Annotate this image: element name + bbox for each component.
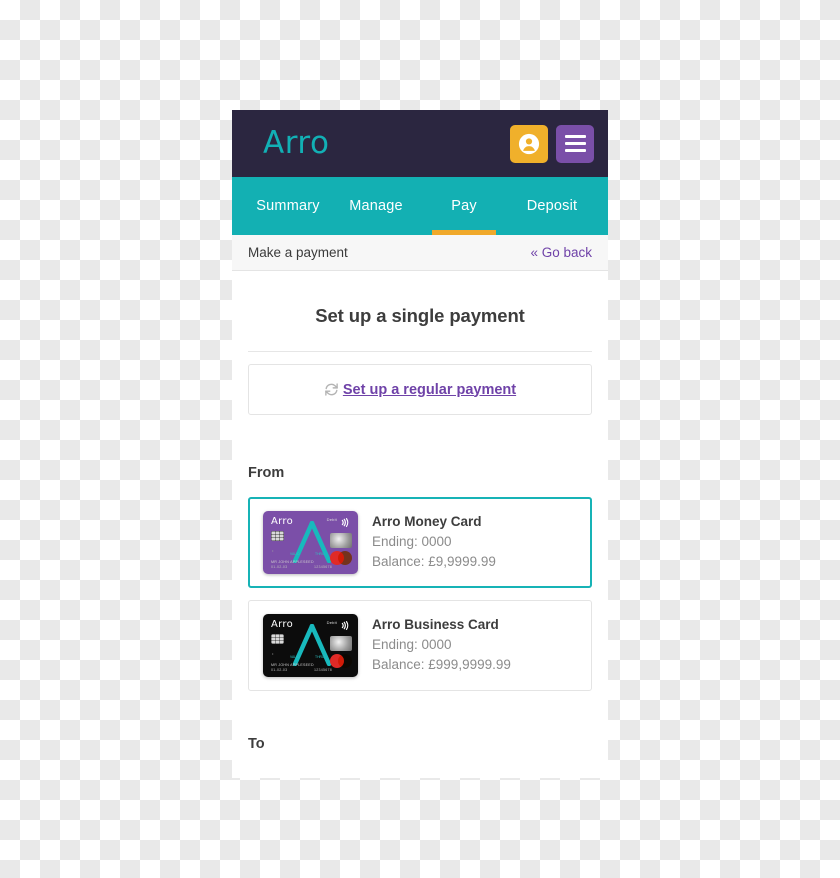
tab-deposit[interactable]: Deposit xyxy=(508,177,596,235)
card-hologram xyxy=(330,636,352,651)
account-name: Arro Money Card xyxy=(372,514,482,530)
contactless-icon xyxy=(341,618,352,636)
card-chip-icon xyxy=(271,634,284,644)
user-avatar-icon xyxy=(518,133,540,154)
account-name: Arro Business Card xyxy=(372,617,499,633)
account-ending: Ending: 0000 xyxy=(372,534,452,550)
account-option-money-card[interactable]: Arro Debit VALID THRU • MR JOHN APPLESEE… xyxy=(248,497,592,588)
app-header: Arro xyxy=(232,110,608,177)
tab-summary[interactable]: Summary xyxy=(244,177,332,235)
arro-logo: Arro xyxy=(263,125,330,161)
card-dot: • xyxy=(272,548,274,553)
card-art-money-card: Arro Debit VALID THRU • MR JOHN APPLESEE… xyxy=(263,511,358,574)
account-details-money-card: Arro Money Card Ending: 0000 Balance: £9… xyxy=(372,514,496,570)
card-valid-from: VALID xyxy=(290,655,300,659)
contactless-icon xyxy=(341,515,352,533)
card-art-business-card: Arro Debit VALID THRU • MR JOHN APPLESEE… xyxy=(263,614,358,677)
section-heading: Set up a single payment xyxy=(315,305,525,326)
account-button[interactable] xyxy=(510,124,548,163)
account-balance: Balance: £9,9999.99 xyxy=(372,553,496,569)
card-art-logo: Arro xyxy=(271,516,293,527)
to-label: To xyxy=(248,736,265,752)
card-number: 12345678 xyxy=(314,565,332,569)
tab-manage[interactable]: Manage xyxy=(332,177,420,235)
go-back-link[interactable]: « Go back xyxy=(530,245,592,260)
card-expiry: 01-02-03 xyxy=(271,565,288,569)
hamburger-menu-icon xyxy=(564,135,586,152)
tab-pay[interactable]: Pay xyxy=(420,177,508,235)
primary-navigation: Summary Manage Pay Deposit xyxy=(232,177,608,235)
heading-divider xyxy=(248,351,592,352)
card-valid-thru: THRU xyxy=(315,552,325,556)
regular-payment-link[interactable]: Set up a regular payment xyxy=(343,382,516,398)
menu-button[interactable] xyxy=(556,124,594,163)
regular-payment-option[interactable]: Set up a regular payment xyxy=(248,364,592,415)
mastercard-logo-icon xyxy=(330,654,352,668)
card-valid-from: VALID xyxy=(290,552,300,556)
main-content: Set up a single payment Set up a regular… xyxy=(232,271,608,752)
card-art-logo: Arro xyxy=(271,619,293,630)
from-label: From xyxy=(248,465,285,481)
header-actions xyxy=(510,124,594,163)
mastercard-logo-icon xyxy=(330,551,352,565)
account-ending: Ending: 0000 xyxy=(372,637,452,653)
card-expiry: 01-02-03 xyxy=(271,668,288,672)
card-number: 12345678 xyxy=(314,668,332,672)
account-balance: Balance: £999,9999.99 xyxy=(372,656,511,672)
card-holder-name: MR JOHN APPLESEED xyxy=(271,663,314,667)
card-holder-name: MR JOHN APPLESEED xyxy=(271,560,314,564)
refresh-cycle-icon xyxy=(324,382,339,397)
account-option-business-card[interactable]: Arro Debit VALID THRU • MR JOHN APPLESEE… xyxy=(248,600,592,691)
card-dot: • xyxy=(272,651,274,656)
card-chip-icon xyxy=(271,531,284,541)
card-valid-thru: THRU xyxy=(315,655,325,659)
account-details-business-card: Arro Business Card Ending: 0000 Balance:… xyxy=(372,617,511,673)
page-title: Make a payment xyxy=(248,245,348,260)
page-subheader: Make a payment « Go back xyxy=(232,235,608,271)
card-hologram xyxy=(330,533,352,548)
mobile-app-viewport: Arro Summary Manage Pay Deposit Make a p… xyxy=(232,110,608,778)
